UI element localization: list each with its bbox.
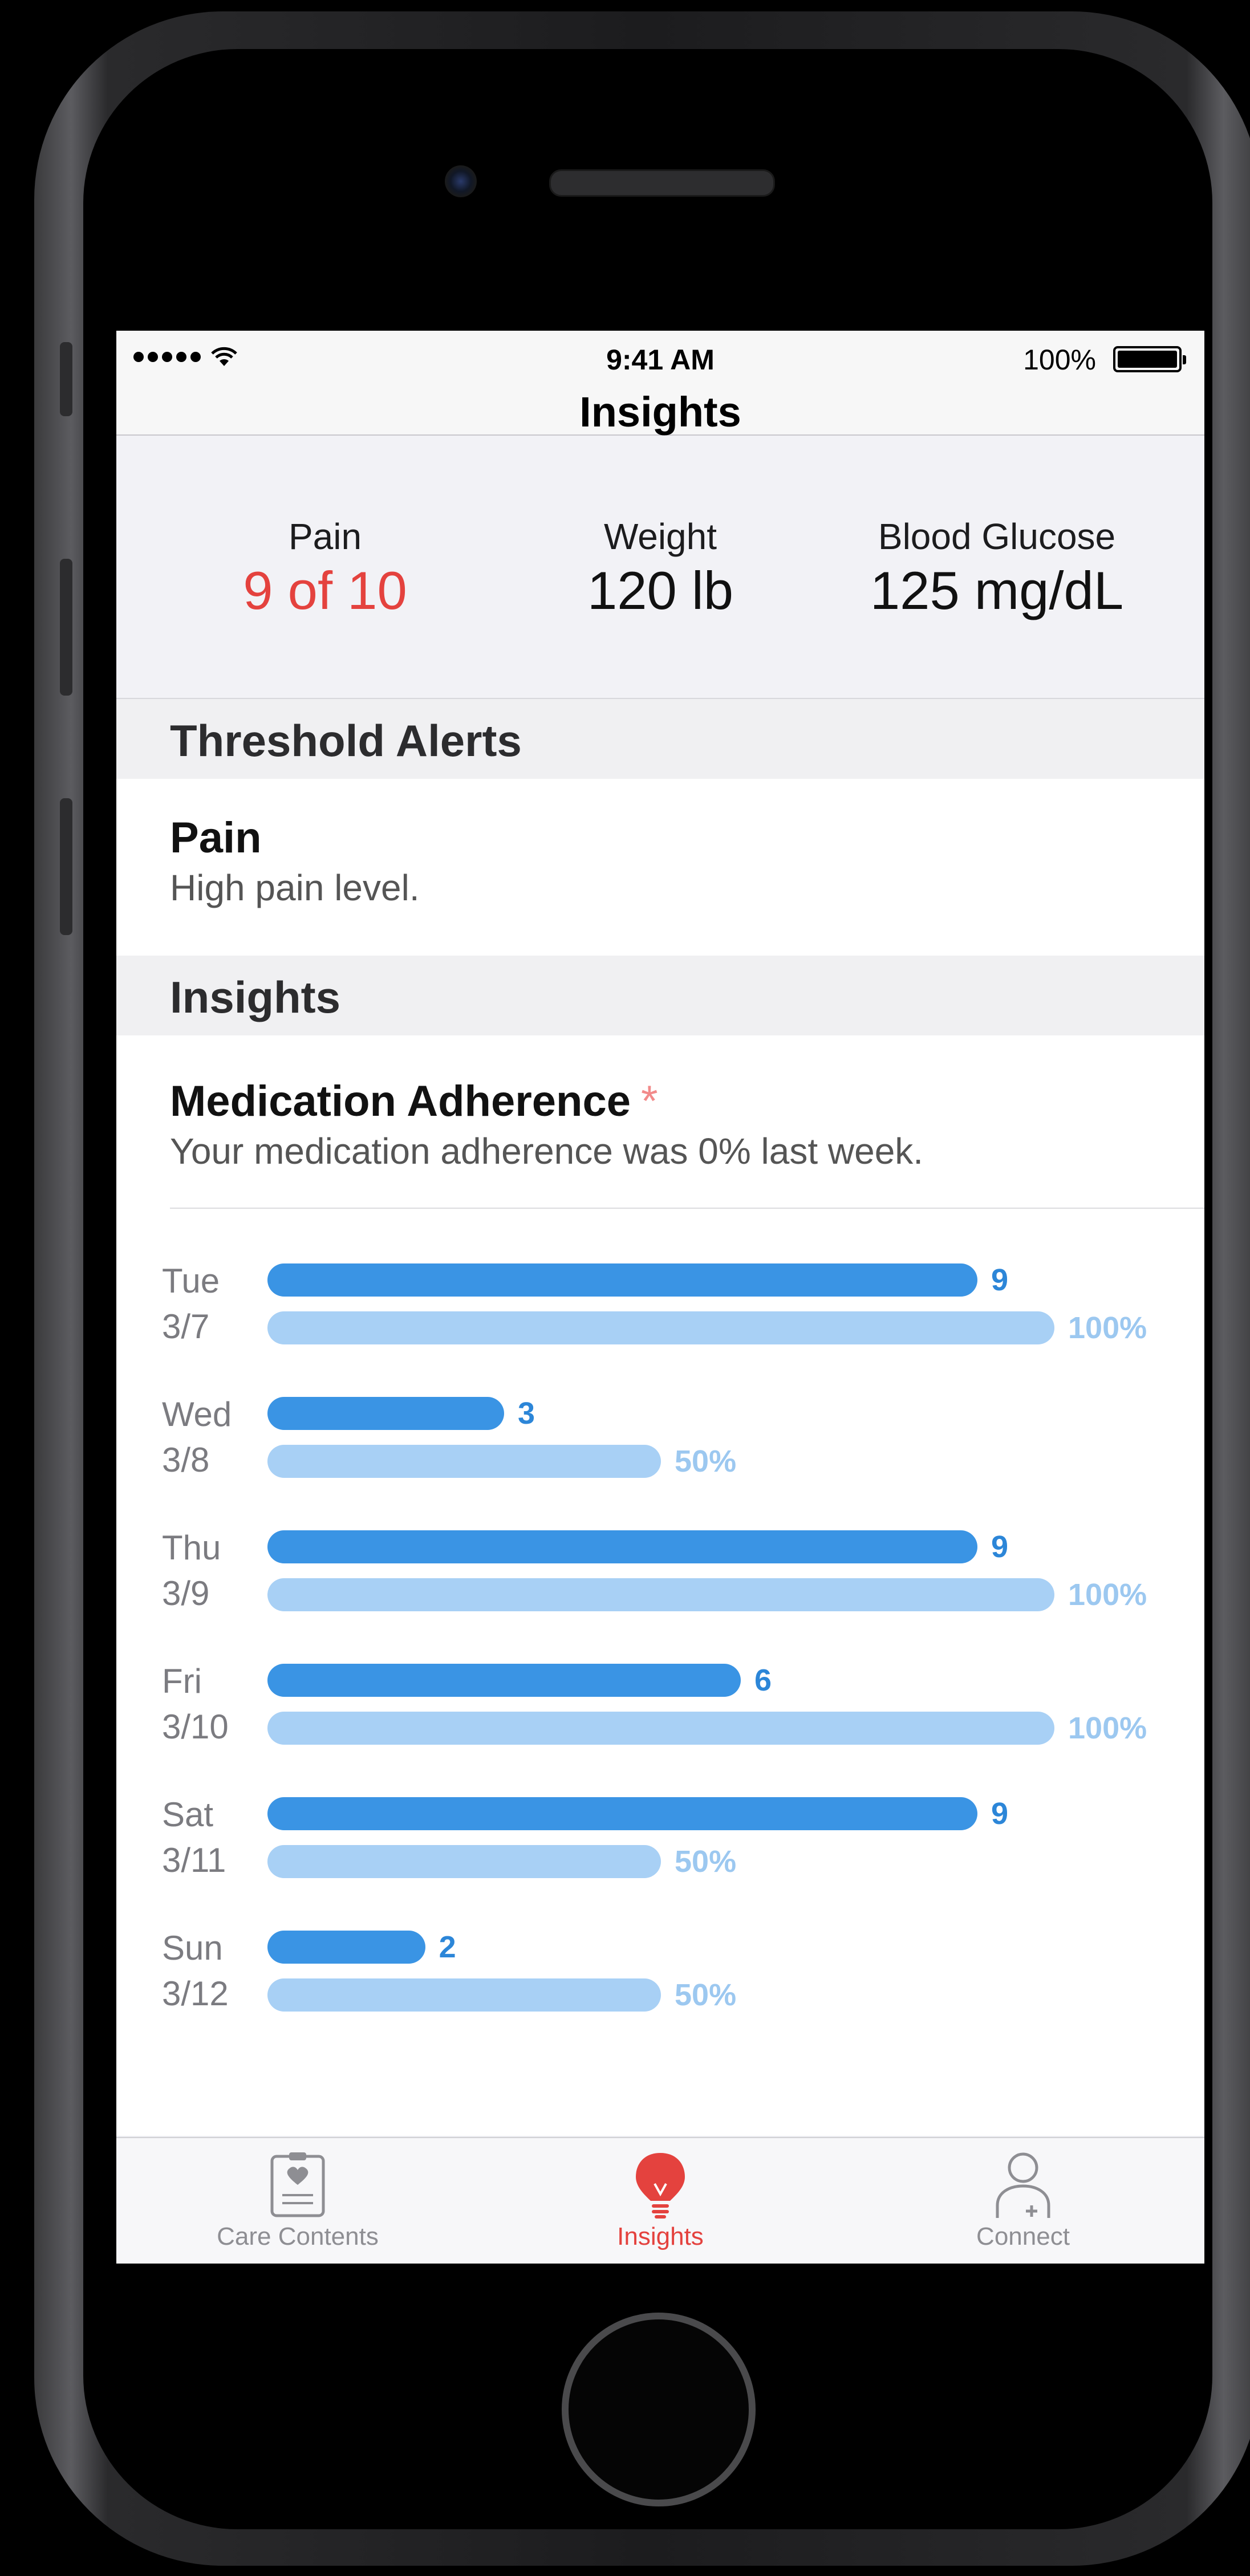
row-date-label: 3/10 (162, 1708, 229, 1746)
pain-metric-label: Pain (288, 516, 362, 557)
pain-metric: Pain 9 of 10 (154, 515, 496, 621)
secondary-bar (267, 1445, 661, 1478)
primary-bar (267, 1664, 741, 1697)
summary-header: Pain 9 of 10 Weight 120 lb Blood Glucose… (116, 436, 1204, 699)
row-date-label: 3/7 (162, 1307, 210, 1346)
primary-bar (267, 1797, 977, 1830)
tab-care-contents[interactable]: Care Contents (116, 2138, 479, 2264)
primary-bar (267, 1397, 504, 1430)
home-button[interactable] (562, 2313, 756, 2506)
secondary-bar (267, 1845, 661, 1878)
weight-metric-label: Weight (603, 516, 717, 557)
insight-title-text: Medication Adherence (170, 1077, 631, 1126)
blood-glucose-metric-value: 125 mg/dL (870, 560, 1124, 620)
weight-metric: Weight 120 lb (489, 515, 831, 621)
status-bar: 9:41 AM 100% (116, 331, 1204, 382)
row-date-label: 3/11 (162, 1841, 226, 1879)
insight-subtitle: Your medication adherence was 0% last we… (170, 1131, 924, 1172)
secondary-bar-value: 100% (1068, 1311, 1147, 1345)
primary-bar-value: 9 (991, 1530, 1009, 1564)
primary-bar-value: 9 (991, 1797, 1009, 1831)
row-day-label: Wed (162, 1395, 232, 1433)
secondary-bar (267, 1311, 1054, 1344)
insight-card[interactable]: Medication Adherence * Your medication ad… (116, 1035, 1204, 2136)
threshold-alerts-header: Threshold Alerts (116, 699, 1204, 779)
person-plus-icon (996, 2152, 1050, 2218)
primary-bar-value: 6 (754, 1663, 772, 1697)
navigation-bar: Insights (116, 382, 1204, 436)
clipboard-heart-icon (270, 2152, 325, 2217)
primary-bar (267, 1530, 977, 1563)
app-screen: 9:41 AM 100% Insights Pain 9 of 10 Weigh… (116, 331, 1204, 2264)
secondary-bar (267, 1978, 661, 2012)
page-title: Insights (579, 388, 741, 436)
insight-title: Medication Adherence * (170, 1076, 658, 1126)
primary-bar-value: 9 (991, 1263, 1009, 1297)
row-date-label: 3/9 (162, 1574, 210, 1612)
battery-percentage: 100% (1023, 344, 1096, 376)
alert-title: Pain (170, 814, 262, 862)
threshold-alerts-title: Threshold Alerts (170, 716, 522, 766)
row-day-label: Tue (162, 1262, 220, 1300)
tab-label: Care Contents (217, 2222, 379, 2250)
threshold-alert-card[interactable]: Pain High pain level. (116, 779, 1204, 956)
primary-bar-value: 3 (518, 1396, 535, 1431)
lightbulb-icon (636, 2153, 685, 2219)
volume-up-button (60, 559, 72, 696)
row-day-label: Sat (162, 1795, 214, 1834)
volume-down-button (60, 798, 72, 935)
secondary-bar (267, 1578, 1054, 1611)
blood-glucose-metric: Blood Glucose 125 mg/dL (826, 515, 1168, 621)
row-day-label: Thu (162, 1529, 221, 1567)
primary-bar-value: 2 (439, 1930, 456, 1964)
mute-switch (60, 342, 72, 416)
tab-connect[interactable]: Connect (842, 2138, 1204, 2264)
row-day-label: Fri (162, 1662, 202, 1700)
row-day-label: Sun (162, 1929, 223, 1967)
insights-header: Insights (116, 956, 1204, 1035)
secondary-bar-value: 50% (675, 1978, 737, 2012)
tab-bar: Care Contents Insights Connect (116, 2137, 1204, 2264)
earpiece-speaker (549, 169, 775, 197)
tab-label: Connect (976, 2222, 1070, 2250)
secondary-bar-value: 100% (1068, 1578, 1147, 1612)
insights-section-title: Insights (170, 972, 341, 1022)
tab-insights[interactable]: Insights (479, 2138, 842, 2264)
weight-metric-value: 120 lb (587, 560, 734, 620)
pain-metric-value: 9 of 10 (243, 560, 407, 620)
row-date-label: 3/12 (162, 1974, 229, 2013)
alert-subtitle: High pain level. (170, 867, 420, 908)
primary-bar (267, 1931, 425, 1964)
secondary-bar-value: 100% (1068, 1711, 1147, 1745)
asterisk-icon: * (641, 1077, 658, 1126)
blood-glucose-metric-label: Blood Glucose (878, 516, 1116, 557)
primary-bar (267, 1263, 977, 1297)
tab-label: Insights (617, 2222, 704, 2250)
row-date-label: 3/8 (162, 1441, 210, 1479)
divider (170, 1208, 1204, 1209)
battery-icon (1113, 346, 1186, 372)
secondary-bar-value: 50% (675, 1844, 737, 1879)
secondary-bar (267, 1712, 1054, 1745)
secondary-bar-value: 50% (675, 1444, 737, 1478)
front-camera (445, 165, 477, 197)
